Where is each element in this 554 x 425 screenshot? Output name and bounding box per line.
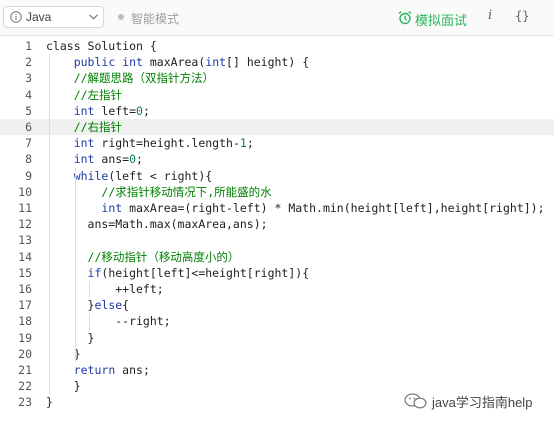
chevron-down-icon <box>89 14 98 20</box>
language-select[interactable]: Java <box>3 6 104 28</box>
wechat-logo-icon <box>404 393 427 409</box>
code-line[interactable]: 11 int maxArea=(right-left) * Math.min(h… <box>0 200 554 216</box>
code-text: } <box>46 330 95 345</box>
code-text: return ans; <box>73 363 150 377</box>
indent-guide <box>75 167 76 362</box>
code-text: //解题思路（双指针方法） <box>73 71 215 86</box>
line-number: 14 <box>18 249 32 264</box>
line-number: 10 <box>18 184 32 199</box>
status-dot-icon <box>118 14 124 20</box>
code-text: class Solution { <box>46 39 157 53</box>
alarm-clock-icon <box>398 10 412 25</box>
code-text: int left=0; <box>73 103 150 118</box>
code-text: ++left; <box>46 282 164 296</box>
code-text: --right; <box>46 314 171 329</box>
code-line[interactable]: 4 //左指针 <box>0 87 554 103</box>
line-number: 21 <box>18 363 32 377</box>
editor-toolbar: Java 智能模式 模拟面试 i {} <box>0 0 554 36</box>
code-line[interactable]: 17 }else{ <box>0 297 554 313</box>
line-number: 9 <box>25 168 32 183</box>
line-number: 23 <box>18 395 32 410</box>
code-line[interactable]: 12 ans=Math.max(maxArea,ans); <box>0 216 554 232</box>
code-editor[interactable]: 1 class Solution {2 public int maxArea(in… <box>0 36 554 425</box>
code-text: //求指针移动情况下,所能盛的水 <box>101 184 272 199</box>
code-line[interactable]: 14 //移动指针（移动高度小的） <box>0 249 554 265</box>
code-text: }else{ <box>46 298 130 313</box>
code-text: if(height[left]<=height[right]){ <box>87 265 310 280</box>
line-number: 17 <box>18 298 32 313</box>
code-text: public int maxArea(int[] height) { <box>73 55 310 70</box>
code-line[interactable]: 1 class Solution { <box>0 38 554 54</box>
line-number: 22 <box>18 379 32 394</box>
info-circle-icon <box>10 11 22 23</box>
line-number: 5 <box>25 103 32 118</box>
line-number: 4 <box>25 87 32 102</box>
mock-interview-label: 模拟面试 <box>415 13 468 28</box>
code-line[interactable]: 21 return ans; <box>0 362 554 378</box>
line-number: 11 <box>18 201 32 215</box>
line-number: 12 <box>18 217 32 232</box>
line-number: 8 <box>25 152 32 167</box>
code-text: int right=height.length-1; <box>73 136 254 151</box>
code-line[interactable]: 18 --right; <box>0 313 554 329</box>
code-line[interactable]: 13 <box>0 232 554 248</box>
line-number: 20 <box>18 346 32 361</box>
smart-mode-label: 智能模式 <box>131 12 180 26</box>
code-line[interactable]: 3 //解题思路（双指针方法） <box>0 70 554 86</box>
code-line[interactable]: 5 int left=0; <box>0 103 554 119</box>
code-line[interactable]: 6 //右指针 <box>0 119 554 135</box>
line-number: 19 <box>18 330 32 345</box>
code-line[interactable]: 16 ++left; <box>0 281 554 297</box>
indent-guide <box>89 281 90 298</box>
line-number: 6 <box>25 120 32 134</box>
line-number: 7 <box>25 136 32 151</box>
code-text: while(left < right){ <box>73 168 213 183</box>
indent-guide <box>89 313 90 330</box>
line-number: 15 <box>18 265 32 280</box>
line-number: 16 <box>18 282 32 296</box>
code-text: //左指针 <box>73 87 123 102</box>
code-line[interactable]: 19 } <box>0 330 554 346</box>
code-line[interactable]: 20 } <box>0 346 554 362</box>
line-number: 13 <box>18 233 32 248</box>
code-line[interactable]: 9 while(left < right){ <box>0 168 554 184</box>
code-line[interactable]: 15 if(height[left]<=height[right]){ <box>0 265 554 281</box>
code-text: } <box>46 395 53 410</box>
code-line[interactable]: 8 int ans=0; <box>0 151 554 167</box>
code-text: int maxArea=(right-left) * Math.min(heig… <box>101 201 545 215</box>
info-button[interactable]: i <box>488 8 492 26</box>
indent-guide <box>49 54 50 395</box>
code-line[interactable]: 10 //求指针移动情况下,所能盛的水 <box>0 184 554 200</box>
code-text: //右指针 <box>73 120 123 134</box>
code-text: int ans=0; <box>73 152 143 167</box>
language-label: Java <box>26 10 52 24</box>
code-text: ans=Math.max(maxArea,ans); <box>46 217 268 232</box>
line-number: 1 <box>25 39 32 53</box>
code-line[interactable]: 7 int right=height.length-1; <box>0 135 554 151</box>
line-number: 18 <box>18 314 32 329</box>
line-number: 3 <box>25 71 32 86</box>
format-code-button[interactable]: {} <box>515 9 529 27</box>
watermark-text: java学习指南help <box>432 395 533 410</box>
code-line[interactable]: 2 public int maxArea(int[] height) { <box>0 54 554 70</box>
code-text: } <box>46 379 81 394</box>
line-number: 2 <box>25 55 32 70</box>
